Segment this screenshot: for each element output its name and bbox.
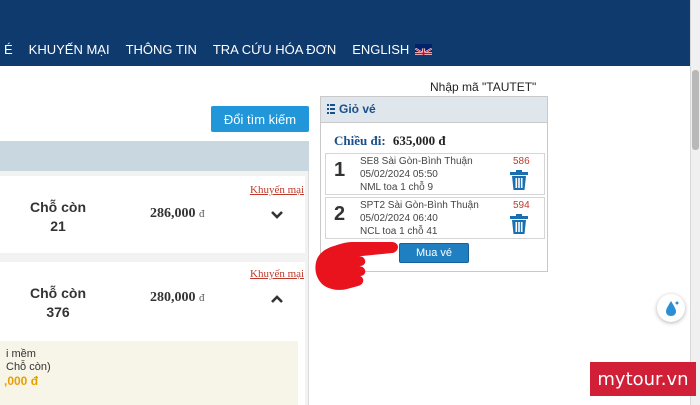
results-header-bar bbox=[0, 141, 309, 171]
ticket-datetime: 05/02/2024 05:50 bbox=[360, 169, 438, 180]
seats-remaining-count: 376 bbox=[46, 304, 70, 320]
ticket-route: SE8 Sài Gòn-Bình Thuận bbox=[360, 156, 473, 167]
pointing-hand-icon bbox=[315, 242, 398, 290]
ticket-code: 586 bbox=[513, 156, 530, 167]
seat-type-price: ,000 đ bbox=[4, 374, 39, 388]
nav-item-english[interactable]: ENGLISH bbox=[352, 42, 409, 57]
fare-row[interactable]: Chỗ còn 21 286,000 đ Khuyến mại bbox=[0, 176, 305, 253]
ticket-code: 594 bbox=[513, 200, 530, 211]
cart-header: Giỏ vé bbox=[321, 97, 547, 123]
water-drop-icon bbox=[666, 301, 679, 316]
nav-item-invoice-lookup[interactable]: TRA CỨU HÓA ĐƠN bbox=[213, 42, 336, 57]
trash-icon[interactable] bbox=[508, 213, 530, 235]
cart-ticket: 1 SE8 Sài Gòn-Bình Thuận 05/02/2024 05:5… bbox=[325, 153, 545, 195]
change-search-button[interactable]: Đổi tìm kiếm bbox=[211, 106, 309, 132]
fare-currency: đ bbox=[199, 292, 205, 304]
trash-icon[interactable] bbox=[508, 169, 530, 191]
chevron-up-icon[interactable] bbox=[270, 293, 284, 305]
ticket-route: SPT2 Sài Gòn-Bình Thuận bbox=[360, 200, 479, 211]
cart-ticket: 2 SPT2 Sài Gòn-Bình Thuận 05/02/2024 06:… bbox=[325, 197, 545, 239]
fare-price-value: 280,000 bbox=[150, 290, 196, 305]
page-scrollbar[interactable] bbox=[690, 0, 700, 405]
seat-type-option[interactable]: i mềm Chỗ còn) bbox=[0, 341, 298, 405]
fare-price: 286,000 đ bbox=[150, 206, 205, 222]
ticket-index: 2 bbox=[334, 203, 346, 225]
top-navigation-bar: É KHUYẾN MẠI THÔNG TIN TRA CỨU HÓA ĐƠN E… bbox=[0, 0, 690, 66]
ticket-seat: NML toa 1 chỗ 9 bbox=[360, 182, 434, 193]
seats-remaining: Chỗ còn 376 bbox=[18, 284, 98, 322]
seat-type-name: i mềm bbox=[6, 348, 36, 360]
buy-ticket-button[interactable]: Mua vé bbox=[399, 243, 469, 263]
list-icon bbox=[327, 104, 335, 114]
promo-code-hint: Nhập mã "TAUTET" bbox=[430, 80, 537, 94]
chevron-down-icon[interactable] bbox=[270, 209, 284, 221]
ticket-datetime: 05/02/2024 06:40 bbox=[360, 213, 438, 224]
uk-flag-icon[interactable] bbox=[415, 43, 433, 55]
promotion-link[interactable]: Khuyến mại bbox=[250, 184, 304, 196]
cart-direction-total: Chiều đi: 635,000 đ bbox=[334, 133, 446, 149]
promotion-link[interactable]: Khuyến mại bbox=[250, 268, 304, 280]
seats-remaining: Chỗ còn 21 bbox=[18, 198, 98, 236]
nav-item-promotions[interactable]: KHUYẾN MẠI bbox=[29, 42, 110, 57]
seat-type-availability: Chỗ còn) bbox=[6, 361, 51, 373]
ticket-index: 1 bbox=[334, 159, 346, 181]
fare-price-value: 286,000 bbox=[150, 206, 196, 221]
fare-price: 280,000 đ bbox=[150, 290, 205, 306]
nav-item-truncated[interactable]: É bbox=[4, 42, 13, 57]
fare-currency: đ bbox=[199, 208, 205, 220]
water-drop-button[interactable] bbox=[657, 294, 685, 322]
direction-amount: 635,000 đ bbox=[392, 133, 446, 148]
cart-title: Giỏ vé bbox=[339, 102, 376, 116]
nav-item-information[interactable]: THÔNG TIN bbox=[126, 42, 197, 57]
scrollbar-thumb[interactable] bbox=[692, 70, 699, 150]
seats-remaining-count: 21 bbox=[50, 218, 66, 234]
main-menu: É KHUYẾN MẠI THÔNG TIN TRA CỨU HÓA ĐƠN E… bbox=[0, 38, 433, 60]
seats-remaining-label: Chỗ còn bbox=[30, 199, 86, 215]
seats-remaining-label: Chỗ còn bbox=[30, 285, 86, 301]
brand-watermark: mytour.vn bbox=[590, 362, 696, 396]
direction-label: Chiều đi: bbox=[334, 133, 386, 148]
